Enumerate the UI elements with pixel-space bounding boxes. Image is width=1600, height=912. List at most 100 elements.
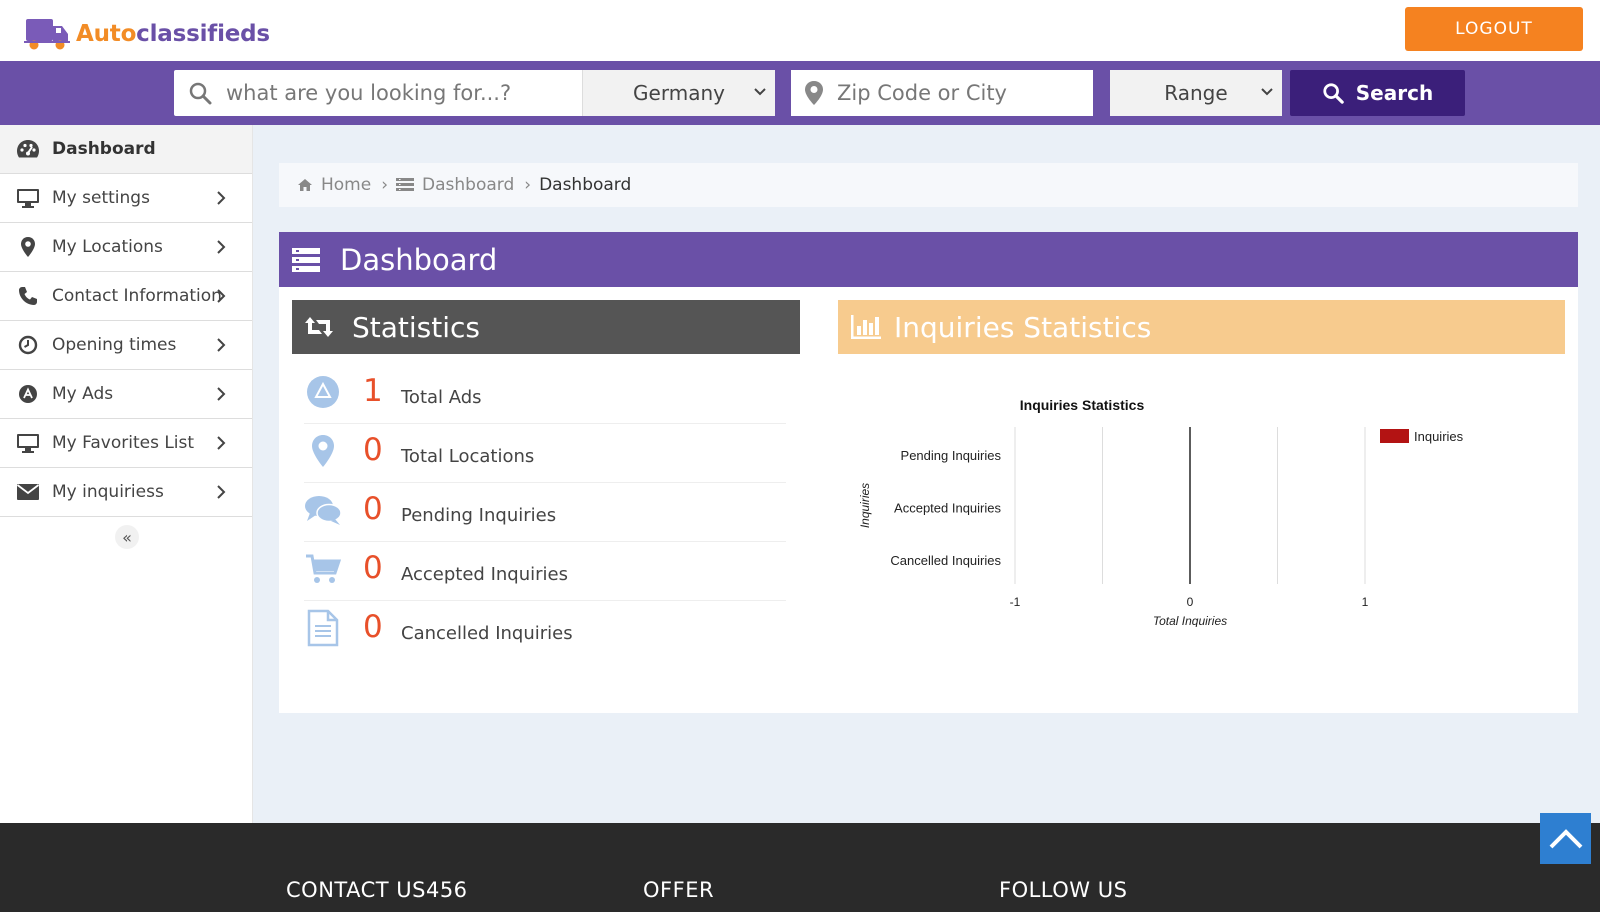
list-icon <box>396 178 415 191</box>
chart-x-tick-label: 0 <box>1187 595 1194 609</box>
dashboard-icon <box>16 137 40 161</box>
stat-label: Accepted Inquiries <box>401 564 568 585</box>
chart-legend-label: Inquiries <box>1414 429 1464 444</box>
sidebar-item-contact-information[interactable]: Contact Information <box>0 272 252 321</box>
ads-circle-icon <box>304 373 342 411</box>
chevron-right-icon <box>217 387 226 401</box>
sidebar-item-opening-times[interactable]: Opening times <box>0 321 252 370</box>
search-icon <box>174 81 226 105</box>
sidebar-item-label: My Locations <box>52 237 163 257</box>
stat-label: Total Ads <box>401 387 482 408</box>
truck-logo-icon <box>24 19 70 50</box>
stat-value: 1 <box>363 373 383 409</box>
chart-category-label: Cancelled Inquiries <box>890 553 1001 568</box>
search-button-label: Search <box>1355 81 1434 105</box>
chevron-right-icon <box>217 240 226 254</box>
dashboard-panel-header: Dashboard <box>279 232 1578 287</box>
sidebar-item-my-locations[interactable]: My Locations <box>0 223 252 272</box>
footer: CONTACT US456 OFFER FOLLOW US <box>0 823 1600 912</box>
breadcrumb-dashboard-label: Dashboard <box>422 175 515 195</box>
statistics-header: Statistics <box>292 300 800 354</box>
logout-button[interactable]: LOGOUT <box>1405 7 1583 51</box>
inquiries-statistics-title: Inquiries Statistics <box>894 310 1152 344</box>
chart-x-tick-label: 1 <box>1362 595 1369 609</box>
chart-category-label: Pending Inquiries <box>901 448 1002 463</box>
scroll-to-top-button[interactable] <box>1540 813 1591 864</box>
stat-row-total-locations: 0 Total Locations <box>304 424 786 483</box>
chevron-right-icon <box>217 485 226 499</box>
range-select[interactable]: Range <box>1110 70 1282 116</box>
list-icon <box>292 247 320 272</box>
stat-label: Total Locations <box>401 446 535 467</box>
search-bar: Germany Range Search <box>0 61 1600 125</box>
sidebar-collapse-button[interactable]: « <box>115 525 139 549</box>
chevron-right-icon <box>217 191 226 205</box>
monitor-icon <box>16 431 40 455</box>
sidebar-item-my-inquiriess[interactable]: My inquiriess <box>0 468 252 517</box>
breadcrumb-current: Dashboard <box>539 175 632 195</box>
stat-row-pending-inquiries: 0 Pending Inquiries <box>304 483 786 542</box>
cart-icon <box>304 550 342 588</box>
top-bar: Autoclassifieds LOGOUT <box>0 0 1600 61</box>
envelope-icon <box>16 480 40 504</box>
breadcrumb-separator: › <box>524 175 532 195</box>
search-icon <box>1323 83 1344 104</box>
chart-y-axis-label: Inquiries <box>858 483 872 528</box>
logo[interactable]: Autoclassifieds <box>24 17 270 51</box>
monitor-icon <box>16 186 40 210</box>
retweet-icon <box>304 315 334 339</box>
country-select[interactable]: Germany <box>582 70 775 116</box>
chevron-right-icon <box>217 338 226 352</box>
sidebar-item-dashboard[interactable]: Dashboard <box>0 125 252 174</box>
map-pin-icon <box>16 235 40 259</box>
stat-value: 0 <box>363 432 383 468</box>
map-pin-icon <box>791 80 837 106</box>
chat-bubbles-icon <box>304 491 342 529</box>
footer-offer-heading: OFFER <box>643 878 715 902</box>
inquiries-chart-svg: Inquiries Statistics -1 0 1 Pending Inquirie… <box>858 397 1464 628</box>
breadcrumb-dashboard[interactable]: Dashboard <box>396 175 514 195</box>
zip-input[interactable] <box>837 81 1093 105</box>
footer-contact-heading: CONTACT US456 <box>286 878 468 902</box>
search-button[interactable]: Search <box>1290 70 1465 116</box>
ads-icon <box>16 382 40 406</box>
phone-icon <box>16 284 40 308</box>
bar-chart-icon <box>850 314 882 340</box>
sidebar-item-label: Dashboard <box>52 139 156 159</box>
statistics-title: Statistics <box>352 310 480 344</box>
chevron-down-icon <box>754 88 766 96</box>
clock-icon <box>16 333 40 357</box>
keyword-input[interactable] <box>226 81 582 105</box>
country-select-value: Germany <box>633 81 725 105</box>
stat-row-accepted-inquiries: 0 Accepted Inquiries <box>304 542 786 601</box>
stat-label: Pending Inquiries <box>401 505 557 526</box>
home-icon <box>298 179 312 191</box>
sidebar-item-label: Opening times <box>52 335 177 355</box>
sidebar-item-label: My Ads <box>52 384 114 404</box>
sidebar-item-label: My settings <box>52 188 150 208</box>
chart-title: Inquiries Statistics <box>1020 397 1145 413</box>
sidebar-item-my-favorites-list[interactable]: My Favorites List <box>0 419 252 468</box>
breadcrumb: Home › Dashboard › Dashboard <box>279 163 1578 207</box>
chart-category-label: Accepted Inquiries <box>894 501 1001 516</box>
stat-value: 0 <box>363 550 383 586</box>
inquiries-chart: Inquiries Statistics -1 0 1 Pending Inquirie… <box>854 372 1534 628</box>
stat-value: 0 <box>363 491 383 527</box>
chevron-down-icon <box>1261 88 1273 96</box>
sidebar-item-my-ads[interactable]: My Ads <box>0 370 252 419</box>
chart-x-axis-label: Total Inquiries <box>1153 614 1227 627</box>
page-title: Dashboard <box>340 242 498 277</box>
range-select-value: Range <box>1164 81 1228 105</box>
sidebar-item-label: My inquiriess <box>52 482 164 502</box>
zip-field[interactable] <box>791 70 1093 116</box>
inquiries-statistics-header: Inquiries Statistics <box>838 300 1565 354</box>
stat-row-cancelled-inquiries: 0 Cancelled Inquiries <box>304 601 786 660</box>
sidebar-item-label: My Favorites List <box>52 433 195 453</box>
chevron-right-icon <box>217 436 226 450</box>
location-pin-icon <box>304 432 342 470</box>
stat-row-total-ads: 1 Total Ads <box>304 365 786 424</box>
breadcrumb-home[interactable]: Home <box>297 175 371 195</box>
chevron-up-icon <box>1549 828 1582 848</box>
sidebar-item-my-settings[interactable]: My settings <box>0 174 252 223</box>
keyword-field[interactable] <box>174 70 582 116</box>
